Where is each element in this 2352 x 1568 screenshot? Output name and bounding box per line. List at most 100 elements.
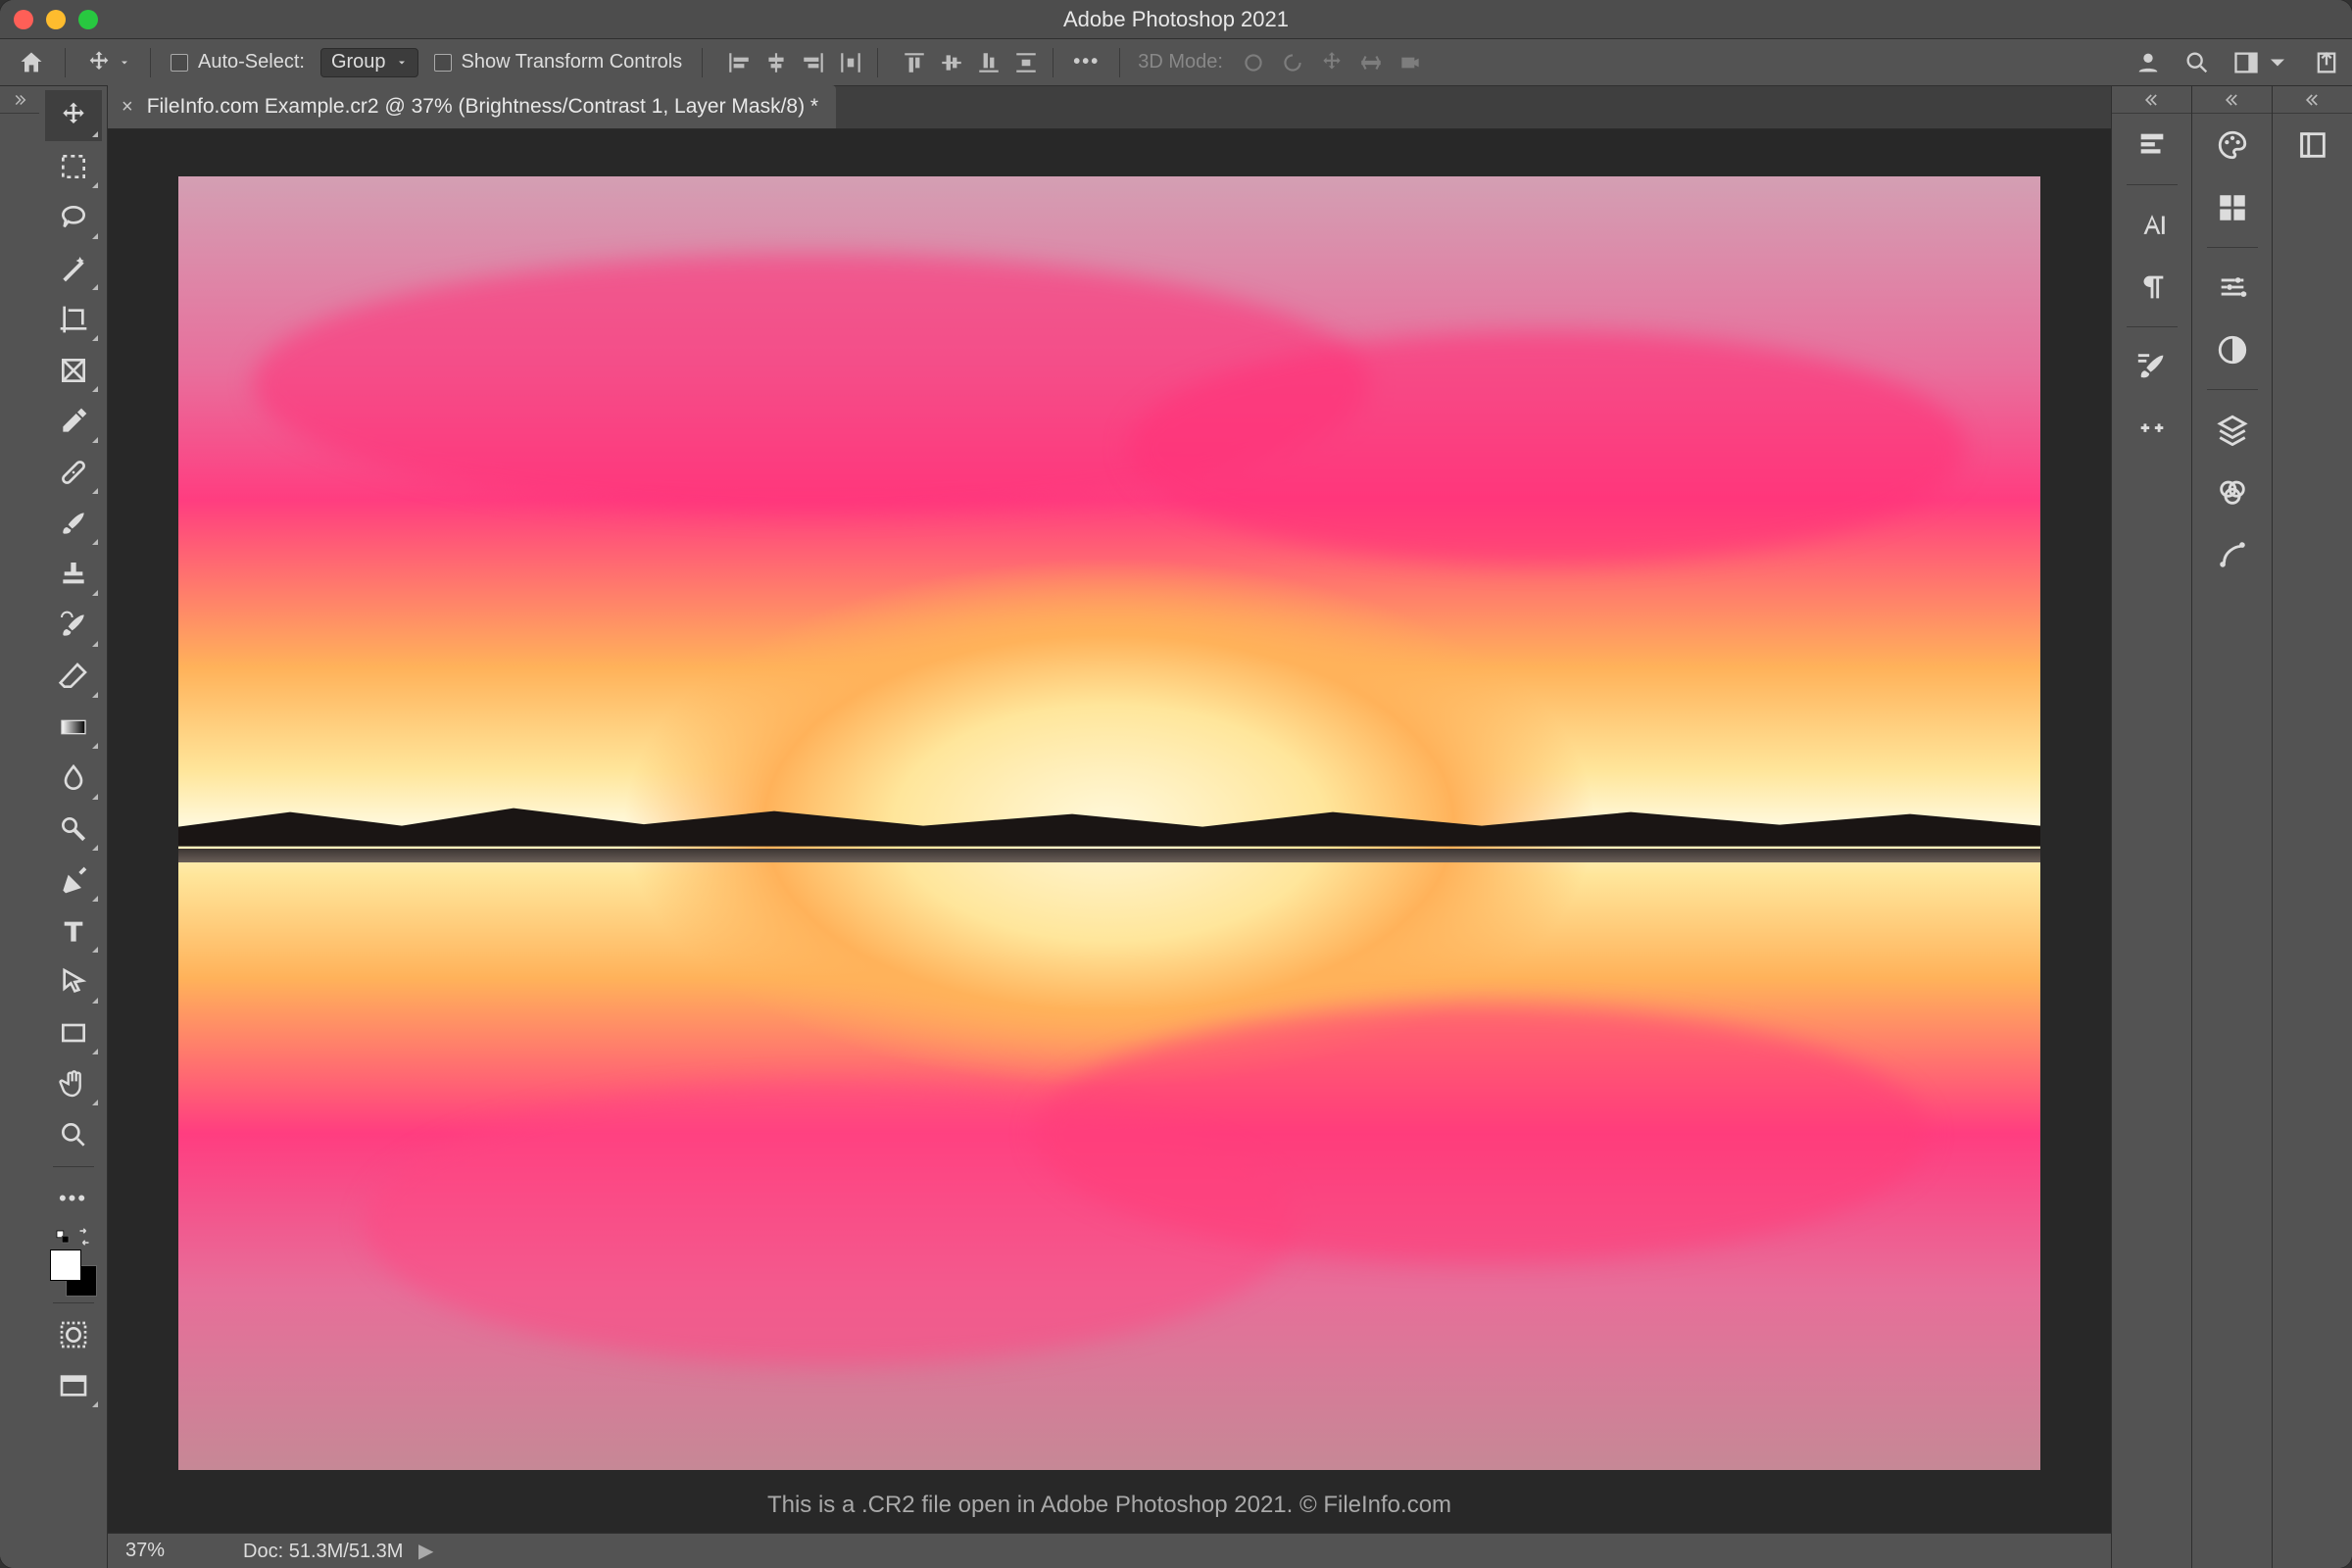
brush-settings-panel-button[interactable] [2127, 341, 2178, 392]
color-swatches[interactable] [50, 1250, 97, 1297]
lasso-icon [58, 202, 89, 233]
align-top-icon[interactable] [902, 50, 927, 75]
tools-panel: ••• [39, 86, 108, 1568]
share-icon[interactable] [2313, 49, 2340, 76]
move-tool-indicator[interactable] [79, 46, 136, 79]
auto-select-checkbox[interactable]: Auto-Select: [165, 46, 311, 79]
zoom-level[interactable]: 37% [125, 1540, 165, 1562]
rectangle-tool[interactable] [45, 1007, 102, 1058]
history-brush-icon [58, 610, 89, 641]
quick-mask-icon [58, 1319, 89, 1350]
close-window-button[interactable] [14, 10, 33, 29]
3d-camera-icon[interactable] [1397, 50, 1423, 75]
palette-icon [2216, 128, 2249, 162]
document-tab-label: FileInfo.com Example.cr2 @ 37% (Brightne… [147, 95, 818, 119]
eraser-tool[interactable] [45, 651, 102, 702]
styles-panel-button[interactable] [2207, 324, 2258, 375]
workspace-switcher[interactable] [2232, 49, 2291, 76]
move-tool[interactable] [45, 90, 102, 141]
align-bottom-icon[interactable] [976, 50, 1002, 75]
canvas-area[interactable]: This is a .CR2 file open in Adobe Photos… [108, 129, 2111, 1533]
channels-icon [2216, 475, 2249, 509]
type-tool[interactable] [45, 906, 102, 956]
home-button[interactable] [12, 46, 51, 79]
rectangle-icon [58, 1017, 89, 1049]
3d-pan-icon[interactable] [1319, 50, 1345, 75]
channels-panel-button[interactable] [2207, 466, 2258, 517]
color-panel-button[interactable] [2207, 120, 2258, 171]
gradient-icon [58, 711, 89, 743]
blur-tool[interactable] [45, 753, 102, 804]
distribute-h-icon[interactable] [838, 50, 863, 75]
app-body: ••• × FileInfo.com Example.cr2 @ 37% (Br… [0, 86, 2352, 1568]
3d-slide-icon[interactable] [1358, 50, 1384, 75]
path-selection-tool[interactable] [45, 956, 102, 1007]
brush-tool[interactable] [45, 498, 102, 549]
more-options-button[interactable]: ••• [1067, 46, 1105, 79]
zoom-tool[interactable] [45, 1109, 102, 1160]
3d-roll-icon[interactable] [1280, 50, 1305, 75]
align-left-icon[interactable] [726, 50, 752, 75]
character-icon [2135, 208, 2169, 241]
collapse-panel-2-button[interactable] [2192, 86, 2272, 114]
libraries-panel-button[interactable] [2287, 120, 2338, 171]
maximize-window-button[interactable] [78, 10, 98, 29]
default-colors-icon[interactable] [54, 1228, 72, 1246]
swatches-panel-button[interactable] [2207, 182, 2258, 233]
dodge-tool[interactable] [45, 804, 102, 855]
gradient-tool[interactable] [45, 702, 102, 753]
paths-panel-button[interactable] [2207, 529, 2258, 580]
crop-tool[interactable] [45, 294, 102, 345]
3d-mode-label: 3D Mode: [1138, 51, 1223, 74]
character-panel-button[interactable] [2127, 199, 2178, 250]
clone-stamp-tool[interactable] [45, 549, 102, 600]
search-icon[interactable] [2183, 49, 2211, 76]
paragraph-panel-button[interactable] [2127, 262, 2178, 313]
magnifier-icon [58, 1119, 89, 1151]
collapse-panel-1-button[interactable] [2112, 86, 2191, 114]
edit-toolbar-button[interactable]: ••• [45, 1173, 102, 1224]
options-bar: Auto-Select: Group Show Transform Contro… [0, 39, 2352, 86]
brush-icon [58, 508, 89, 539]
eyedropper-tool[interactable] [45, 396, 102, 447]
show-transform-checkbox[interactable]: Show Transform Controls [428, 46, 689, 79]
distribute-v-icon[interactable] [1013, 50, 1039, 75]
checkbox-icon [434, 54, 452, 72]
hand-tool[interactable] [45, 1058, 102, 1109]
align-center-v-icon[interactable] [939, 50, 964, 75]
document-tab[interactable]: × FileInfo.com Example.cr2 @ 37% (Bright… [108, 85, 836, 128]
expand-tools-button[interactable] [0, 86, 39, 114]
magic-wand-tool[interactable] [45, 243, 102, 294]
collapse-panel-3-button[interactable] [2273, 86, 2352, 114]
libraries-icon [2296, 128, 2329, 162]
align-right-icon[interactable] [801, 50, 826, 75]
brush-settings-icon [2135, 350, 2169, 383]
auto-select-type-dropdown[interactable]: Group [320, 48, 418, 77]
adjustments-panel-button[interactable] [2207, 262, 2258, 313]
move-icon [58, 100, 89, 131]
stamp-icon [58, 559, 89, 590]
close-tab-button[interactable]: × [122, 96, 133, 119]
healing-brush-tool[interactable] [45, 447, 102, 498]
layers-panel-button[interactable] [2207, 404, 2258, 455]
marquee-tool[interactable] [45, 141, 102, 192]
pen-tool[interactable] [45, 855, 102, 906]
clone-source-panel-button[interactable] [2127, 404, 2178, 455]
3d-orbit-icon[interactable] [1241, 50, 1266, 75]
align-center-h-icon[interactable] [763, 50, 789, 75]
properties-panel-button[interactable] [2127, 120, 2178, 171]
lasso-tool[interactable] [45, 192, 102, 243]
document-tabs: × FileInfo.com Example.cr2 @ 37% (Bright… [108, 86, 2111, 129]
frame-tool[interactable] [45, 345, 102, 396]
quick-mask-button[interactable] [45, 1309, 102, 1360]
chevron-right-double-icon [11, 91, 28, 109]
doc-size-info[interactable]: Doc: 51.3M/51.3M ▶ [243, 1539, 433, 1563]
screen-mode-button[interactable] [45, 1360, 102, 1411]
pen-icon [58, 864, 89, 896]
swap-colors-icon[interactable] [75, 1228, 93, 1246]
cloud-docs-icon[interactable] [2134, 49, 2162, 76]
clone-source-icon [2135, 413, 2169, 446]
history-brush-tool[interactable] [45, 600, 102, 651]
minimize-window-button[interactable] [46, 10, 66, 29]
foreground-swatch[interactable] [50, 1250, 81, 1281]
